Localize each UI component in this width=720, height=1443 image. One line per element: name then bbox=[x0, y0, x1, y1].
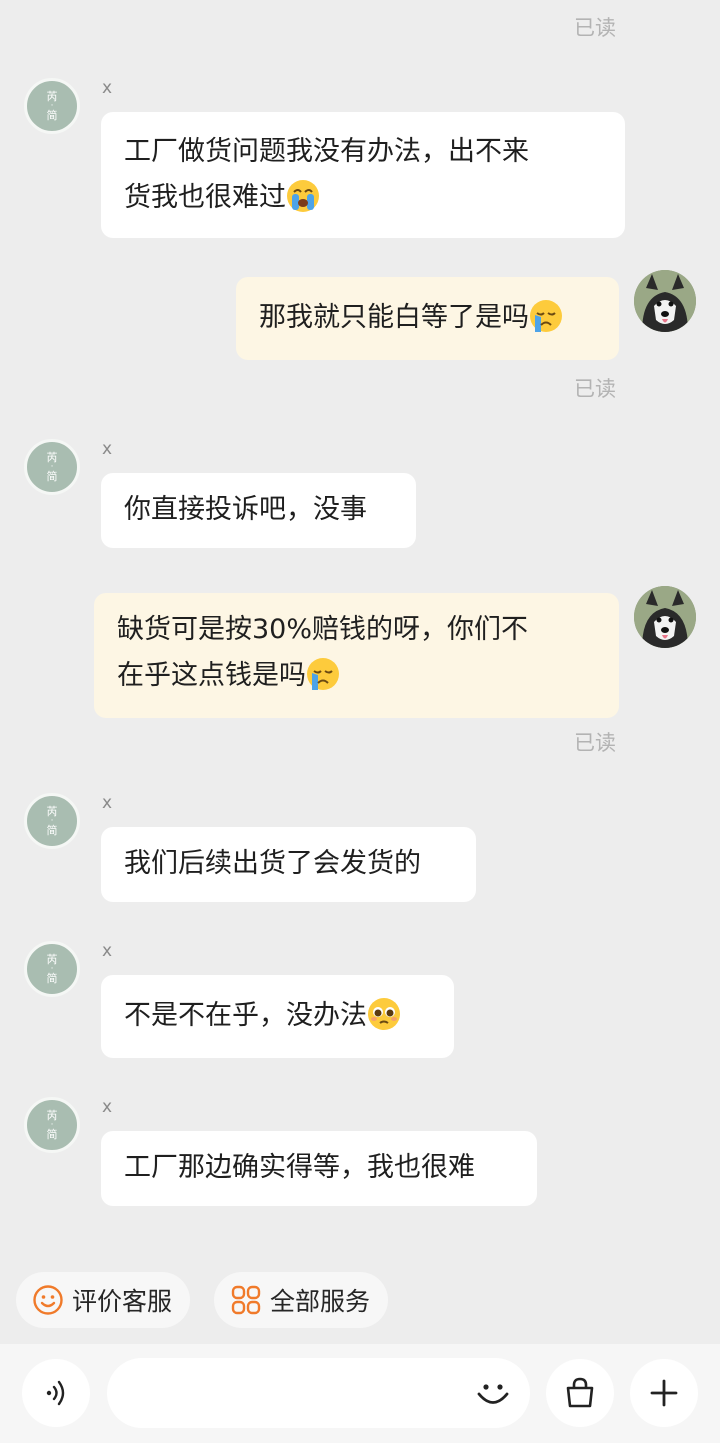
crying-face-icon bbox=[530, 299, 562, 332]
message-line: 工厂做货问题我没有办法，出不来 bbox=[124, 136, 529, 167]
message-bubble[interactable]: 工厂做货问题我没有办法，出不来 货我也很难过 bbox=[101, 112, 625, 238]
emoji-icon bbox=[477, 1384, 509, 1404]
message-bubble[interactable]: 你直接投诉吧，没事 bbox=[101, 473, 416, 548]
emoji-button[interactable] bbox=[473, 1373, 513, 1417]
sender-name: x bbox=[102, 941, 113, 961]
avatar-text-bottom: 简 bbox=[46, 824, 58, 837]
message-input[interactable] bbox=[107, 1358, 530, 1428]
avatar-text-bottom: 简 bbox=[46, 470, 58, 483]
user-avatar[interactable] bbox=[634, 270, 696, 332]
shop-avatar[interactable]: 芮 · 简 bbox=[24, 439, 80, 495]
loudly-crying-face-icon bbox=[287, 179, 319, 212]
avatar-text-bottom: 简 bbox=[46, 972, 58, 985]
shop-avatar[interactable]: 芮 · 简 bbox=[24, 941, 80, 997]
avatar-text-bottom: 简 bbox=[46, 1128, 58, 1141]
message-line: 缺货可是按30%赔钱的呀，你们不 bbox=[117, 614, 529, 645]
message-line: 不是不在乎，没办法 bbox=[124, 1000, 367, 1031]
shop-avatar[interactable]: 芮 · 简 bbox=[24, 1097, 80, 1153]
rate-service-chip[interactable]: 评价客服 bbox=[16, 1272, 191, 1328]
message-bubble[interactable]: 那我就只能白等了是吗 bbox=[236, 277, 619, 360]
more-button[interactable] bbox=[630, 1359, 698, 1427]
sender-name: x bbox=[102, 78, 113, 98]
plus-icon bbox=[650, 1379, 678, 1407]
message-bubble[interactable]: 缺货可是按30%赔钱的呀，你们不 在乎这点钱是吗 bbox=[94, 593, 619, 718]
sender-name: x bbox=[102, 1097, 113, 1117]
user-avatar[interactable] bbox=[634, 586, 696, 648]
grid-services-icon bbox=[231, 1285, 261, 1315]
message-line: 我们后续出货了会发货的 bbox=[124, 848, 421, 879]
voice-icon bbox=[46, 1380, 65, 1406]
read-status: 已读 bbox=[574, 16, 616, 40]
read-status: 已读 bbox=[574, 377, 616, 401]
voice-button[interactable] bbox=[22, 1359, 90, 1427]
message-bubble[interactable]: 不是不在乎，没办法 bbox=[101, 975, 454, 1058]
smiley-outline-icon bbox=[33, 1285, 63, 1315]
message-line: 在乎这点钱是吗 bbox=[117, 653, 596, 699]
all-services-chip[interactable]: 全部服务 bbox=[214, 1272, 389, 1328]
message-bubble[interactable]: 我们后续出货了会发货的 bbox=[101, 827, 476, 902]
shop-avatar[interactable]: 芮 · 简 bbox=[24, 78, 80, 134]
read-status: 已读 bbox=[574, 731, 616, 755]
message-line: 那我就只能白等了是吗 bbox=[259, 302, 529, 333]
crying-face-icon bbox=[307, 657, 339, 690]
sender-name: x bbox=[102, 793, 113, 813]
chip-label: 全部服务 bbox=[270, 1287, 371, 1316]
message-bubble[interactable]: 工厂那边确实得等，我也很难 bbox=[101, 1131, 537, 1206]
shopping-bag-icon bbox=[566, 1377, 594, 1408]
input-toolbar bbox=[0, 1344, 720, 1443]
chip-label: 评价客服 bbox=[72, 1287, 173, 1316]
message-line: 工厂那边确实得等，我也很难 bbox=[124, 1152, 475, 1183]
avatar-text-bottom: 简 bbox=[46, 109, 58, 122]
message-line: 你直接投诉吧，没事 bbox=[124, 494, 367, 525]
product-bag-button[interactable] bbox=[546, 1359, 614, 1427]
sender-name: x bbox=[102, 439, 113, 459]
message-line: 货我也很难过 bbox=[124, 175, 602, 221]
shop-avatar[interactable]: 芮 · 简 bbox=[24, 793, 80, 849]
pleading-face-icon bbox=[368, 997, 400, 1030]
